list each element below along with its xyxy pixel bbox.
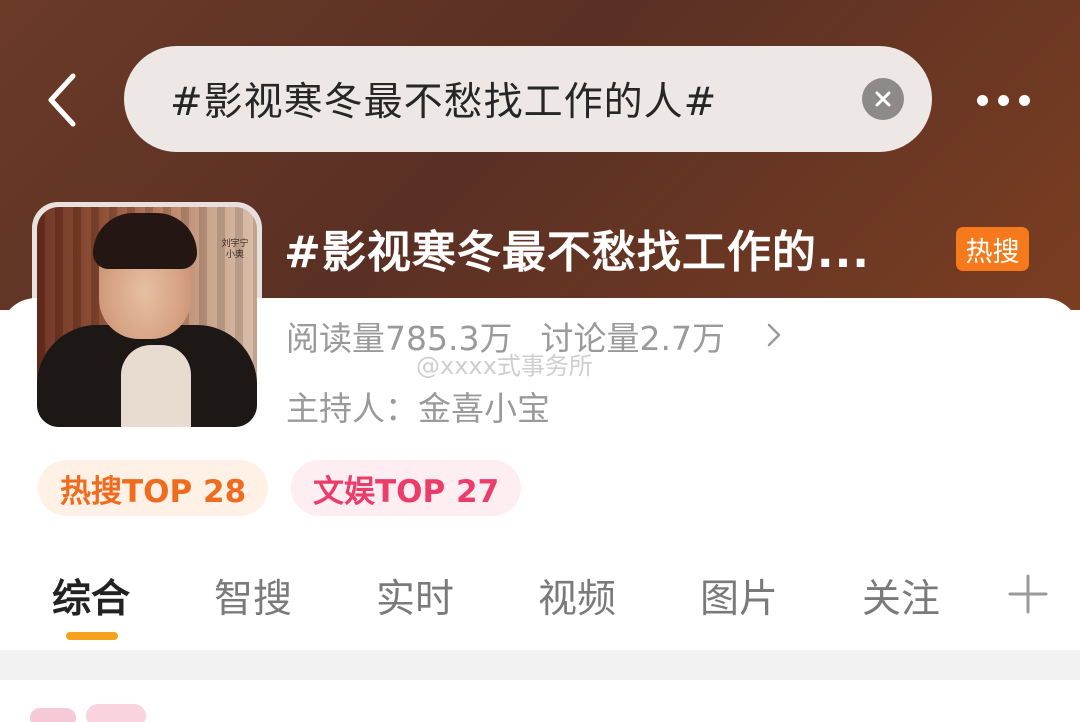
hot-badge: 热搜 [956, 227, 1029, 271]
chevron-right-icon [767, 323, 781, 346]
more-options-button[interactable] [968, 80, 1038, 120]
plus-icon [1008, 574, 1048, 614]
more-dots-icon [997, 94, 1009, 106]
search-bar[interactable]: #影视寒冬最不愁找工作的人# [124, 46, 932, 152]
tab-images[interactable]: 图片 [700, 568, 778, 624]
host-name[interactable]: 金喜小宝 [418, 389, 550, 428]
active-tab-indicator [66, 632, 118, 640]
clear-search-button[interactable] [862, 78, 904, 120]
host-label: 主持人： [286, 389, 418, 428]
tab-smart-search[interactable]: 智搜 [214, 568, 292, 624]
more-dots-icon [976, 94, 988, 106]
watermark: @xxxx式事务所 [416, 352, 593, 380]
more-dots-icon [1018, 94, 1030, 106]
topic-title: #影视寒冬最不愁找工作的... [284, 227, 871, 278]
topic-cover-image[interactable]: 刘宇宁 小奥 [32, 202, 262, 432]
tab-realtime[interactable]: 实时 [376, 568, 454, 624]
tab-video[interactable]: 视频 [538, 568, 616, 624]
ent-rank-label: 文娱TOP 27 [313, 473, 500, 510]
tab-comprehensive[interactable]: 综合 [52, 568, 130, 624]
tab-following[interactable]: 关注 [862, 568, 940, 624]
tab-bar: 综合 智搜 实时 视频 图片 关注 [0, 560, 1080, 640]
close-icon [875, 91, 891, 107]
hot-rank-label: 热搜TOP 28 [60, 473, 247, 510]
chevron-left-icon [48, 73, 76, 127]
cover-photo: 刘宇宁 小奥 [37, 207, 257, 427]
back-button[interactable] [38, 68, 88, 132]
section-divider [0, 650, 1080, 680]
search-input[interactable]: #影视寒冬最不愁找工作的人# [170, 71, 862, 127]
post-avatar-peek [30, 700, 160, 722]
entertainment-rank-chip[interactable]: 文娱TOP 27 [291, 460, 521, 516]
cover-caption: 刘宇宁 小奥 [221, 239, 249, 260]
host-row: 主持人：金喜小宝 [286, 382, 550, 430]
add-tab-button[interactable] [1006, 572, 1050, 616]
hot-search-rank-chip[interactable]: 热搜TOP 28 [38, 460, 268, 516]
